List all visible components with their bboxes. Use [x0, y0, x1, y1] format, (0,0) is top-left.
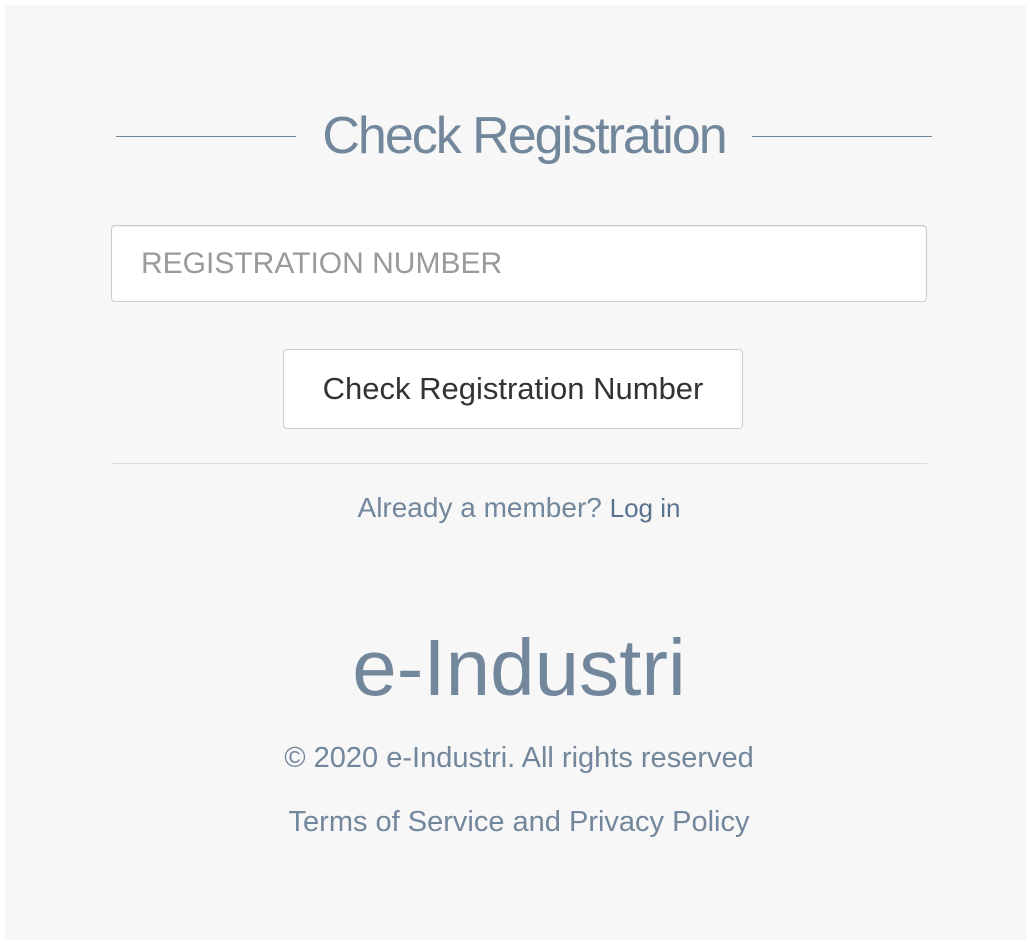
- registration-number-input[interactable]: [111, 225, 927, 302]
- check-registration-button[interactable]: Check Registration Number: [283, 349, 743, 429]
- member-prompt-text: Already a member?: [357, 492, 602, 523]
- login-link[interactable]: Log in: [610, 493, 681, 523]
- member-prompt-row: Already a member? Log in: [111, 492, 927, 524]
- title-row: Check Registration: [116, 101, 932, 171]
- copyright-text: © 2020 e-Industri. All rights reserved: [284, 742, 754, 774]
- title-line-left: [116, 135, 297, 137]
- title-line-right: [751, 135, 932, 137]
- brand-name: e-Industri: [352, 623, 686, 712]
- page-title: Check Registration: [322, 107, 727, 165]
- separator: [111, 463, 927, 464]
- registration-panel: Check Registration: [5, 5, 1026, 940]
- terms-text: Terms of Service and Privacy Policy: [288, 806, 750, 838]
